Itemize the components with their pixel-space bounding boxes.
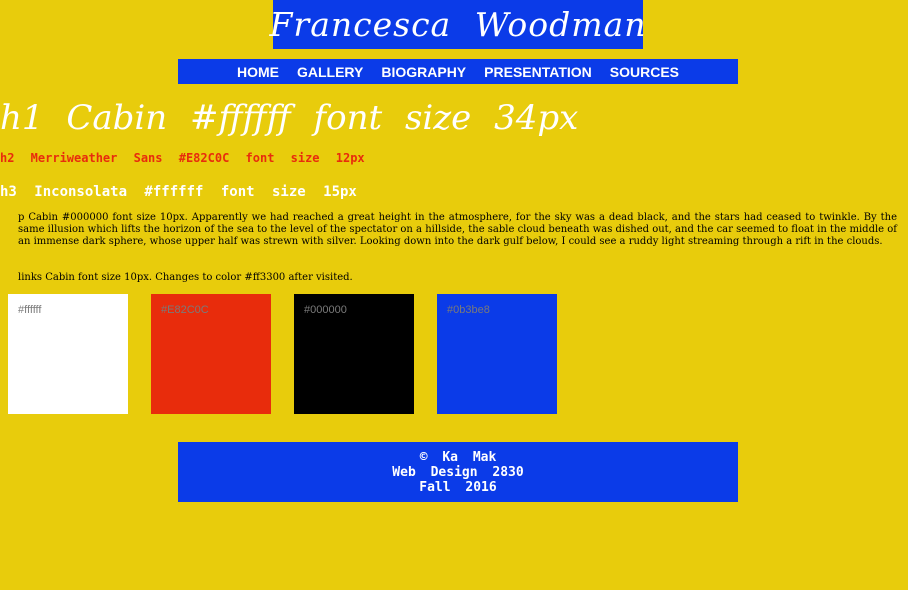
h2-style-sample: h2 Merriweather Sans #E82C0C font size 1… — [0, 151, 365, 165]
swatch-black-label: #000000 — [304, 304, 347, 316]
swatch-blue: #0b3be8 — [437, 294, 557, 414]
footer-term: Fall 2016 — [419, 479, 497, 495]
site-header: Francesca Woodman — [270, 0, 645, 49]
footer-copyright: © Ka Mak — [419, 449, 497, 465]
paragraph-style-sample: p Cabin #000000 font size 10px. Apparent… — [18, 212, 897, 247]
swatch-white-label: #ffffff — [18, 304, 42, 316]
nav-biography-link[interactable]: BIOGRAPHY — [381, 64, 466, 80]
swatch-red: #E82C0C — [151, 294, 271, 414]
main-nav: HOME GALLERY BIOGRAPHY PRESENTATION SOUR… — [178, 59, 738, 84]
swatch-black: #000000 — [294, 294, 414, 414]
site-footer: © Ka Mak Web Design 2830 Fall 2016 — [178, 442, 738, 502]
h3-style-sample: h3 Inconsolata #ffffff font size 15px — [0, 184, 357, 200]
swatch-white: #ffffff — [8, 294, 128, 414]
h1-style-sample: h1 Cabin #ffffff font size 34px — [0, 98, 579, 138]
site-title: Francesca Woodman — [269, 5, 647, 44]
footer-course: Web Design 2830 — [392, 464, 524, 480]
nav-home-link[interactable]: HOME — [237, 64, 279, 80]
swatch-blue-label: #0b3be8 — [447, 304, 490, 316]
swatch-red-label: #E82C0C — [161, 304, 209, 316]
nav-gallery-link[interactable]: GALLERY — [297, 64, 363, 80]
nav-sources-link[interactable]: SOURCES — [610, 64, 679, 80]
links-style-sample: links Cabin font size 10px. Changes to c… — [18, 272, 353, 283]
nav-presentation-link[interactable]: PRESENTATION — [484, 64, 592, 80]
